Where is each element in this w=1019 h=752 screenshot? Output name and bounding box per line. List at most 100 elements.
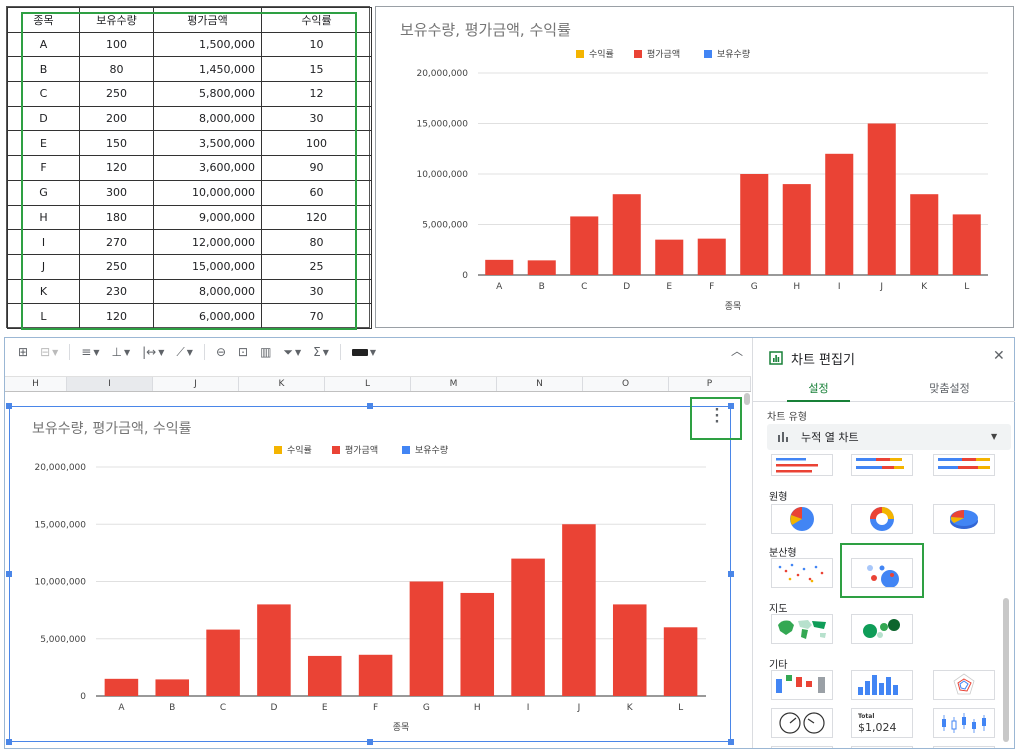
column-header-m[interactable]: M: [411, 377, 497, 391]
more-options-icon[interactable]: · · ·: [711, 404, 723, 429]
table-cell: 12,000,000: [153, 229, 262, 255]
bar-chart-option[interactable]: [771, 454, 833, 476]
tab-customize[interactable]: 맞춤설정: [884, 376, 1015, 401]
bar-h: [460, 592, 495, 696]
sheet-scrollbar[interactable]: [744, 393, 750, 405]
x-tick-label: D: [623, 282, 630, 292]
scorecard-chart-option[interactable]: Total $1,024: [851, 708, 913, 738]
timeline-chart-option[interactable]: [851, 746, 913, 748]
column-header-p[interactable]: P: [669, 377, 751, 391]
toolbar-divider: [69, 344, 71, 360]
resize-handle-bottom[interactable]: [367, 739, 373, 745]
functions-icon[interactable]: Σ ▼: [308, 341, 334, 363]
tab-setup[interactable]: 설정: [753, 376, 884, 402]
org-chart-option[interactable]: [771, 746, 833, 748]
input-tools-icon[interactable]: ▼: [347, 341, 381, 363]
merge-cells-icon[interactable]: ⊟ ▼: [35, 341, 63, 363]
text-wrap-icon[interactable]: |↔ ▼: [137, 341, 169, 363]
resize-handle-top[interactable]: [367, 403, 373, 409]
table-cell: 10: [261, 31, 372, 58]
insert-comment-icon[interactable]: ⊡: [233, 341, 253, 363]
filter-icon[interactable]: ⏷ ▼: [278, 341, 306, 363]
legend-label: 수익률: [287, 444, 312, 456]
resize-handle-bottom-left[interactable]: [6, 739, 12, 745]
scatter-chart-option[interactable]: [771, 558, 833, 588]
table-cell: 230: [79, 278, 154, 305]
column-header-k[interactable]: K: [239, 377, 325, 391]
embedded-column-chart[interactable]: 보유수량, 평가금액, 수익률수익률 평가금액 보유수량 0 5,000,000 10,0…: [10, 407, 730, 741]
waterfall-chart-option[interactable]: [771, 670, 833, 700]
100-stacked-bar-option[interactable]: [933, 454, 995, 476]
column-header-l[interactable]: L: [325, 377, 411, 391]
bar-c: [570, 216, 599, 275]
resize-handle-bottom-right[interactable]: [728, 739, 734, 745]
table-cell: D: [7, 105, 80, 132]
table-cell: 70: [261, 303, 372, 329]
column-header-o[interactable]: O: [583, 377, 669, 391]
insert-chart-icon[interactable]: ▥: [255, 341, 276, 363]
table-header-cell: 종목: [7, 7, 80, 33]
close-icon[interactable]: ✕: [993, 348, 1005, 364]
geo-chart-option[interactable]: [771, 614, 833, 644]
x-tick-label: F: [373, 703, 378, 713]
3d-pie-chart-option[interactable]: [933, 504, 995, 534]
table-cell: I: [7, 229, 80, 255]
table-cell: G: [7, 179, 80, 206]
table-cell: 270: [79, 229, 154, 255]
editor-scrollbar[interactable]: [1003, 598, 1009, 742]
y-tick-label: 20,000,000: [416, 69, 468, 79]
histogram-chart-option[interactable]: [851, 670, 913, 700]
resize-handle-left[interactable]: [6, 571, 12, 577]
legend-swatch: [704, 50, 712, 58]
table-cell: 60: [261, 179, 372, 206]
toolbar-divider: [203, 344, 205, 360]
table-header-cell: 보유수량: [79, 7, 154, 33]
gauge-chart-option[interactable]: [771, 708, 833, 738]
column-header-h[interactable]: H: [5, 377, 67, 391]
donut-chart-option[interactable]: [851, 504, 913, 534]
legend-label: 평가금액: [345, 444, 378, 456]
column-header-j[interactable]: J: [153, 377, 239, 391]
candlestick-chart-option[interactable]: [933, 708, 995, 738]
column-header-n[interactable]: N: [497, 377, 583, 391]
bar-l: [952, 214, 981, 275]
stacked-column-icon: [778, 432, 788, 442]
treemap-chart-option[interactable]: [933, 746, 995, 748]
bar-j: [562, 524, 596, 696]
borders-icon[interactable]: ⊞: [13, 341, 33, 363]
y-tick-label: 5,000,000: [422, 221, 468, 231]
pie-chart-option[interactable]: [771, 504, 833, 534]
insert-link-icon[interactable]: ⊖: [211, 341, 231, 363]
x-tick-label: J: [879, 282, 883, 292]
legend-swatch: [576, 50, 584, 58]
vertical-align-icon[interactable]: ⊥ ▼: [107, 341, 136, 363]
top-column-chart: 보유수량, 평가금액, 수익률수익률 평가금액 보유수량 0 5,000,000 10,0…: [400, 21, 988, 312]
horizontal-align-icon[interactable]: ≡ ▼: [76, 341, 104, 363]
chart-type-dropdown[interactable]: 누적 열 차트: [767, 424, 1011, 450]
collapse-toolbar-icon[interactable]: ︿: [727, 342, 747, 362]
table-header-cell: 수익률: [261, 7, 372, 33]
radar-chart-option[interactable]: [933, 670, 995, 700]
resize-handle-top-left[interactable]: [6, 403, 12, 409]
text-rotation-icon[interactable]: ⟋ ▼: [171, 341, 198, 363]
stacked-bar-option[interactable]: [851, 454, 913, 476]
x-tick-label: I: [527, 703, 530, 713]
table-row: C 250 5,800,000 12: [7, 81, 372, 107]
x-tick-label: G: [423, 703, 430, 713]
chevron-down-icon[interactable]: ▼: [991, 432, 997, 441]
toolbar-divider: [339, 344, 341, 360]
data-table: 종목 보유수량 평가금액 수익률 A 100 1,500,000 10 B 80 1,450,00…: [7, 7, 372, 329]
table-cell: 1,450,000: [153, 56, 262, 83]
y-tick-label: 15,000,000: [34, 520, 86, 530]
category-label-scatter: 분산형: [769, 548, 797, 559]
table-cell: E: [7, 130, 80, 157]
table-cell: 250: [79, 81, 154, 107]
chart-type-value: 누적 열 차트: [801, 431, 859, 444]
bar-g: [740, 173, 769, 275]
bar-h: [782, 184, 811, 275]
legend-swatch: [332, 446, 340, 454]
resize-handle-right[interactable]: [728, 571, 734, 577]
column-header-i[interactable]: I: [67, 377, 153, 391]
chart-editor-icon: [769, 351, 783, 365]
geo-markers-option[interactable]: [851, 614, 913, 644]
